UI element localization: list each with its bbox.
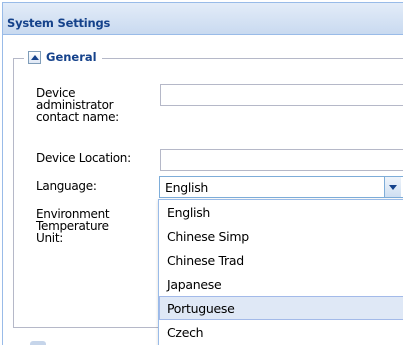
- admin-contact-input[interactable]: [160, 84, 403, 106]
- language-option-portuguese[interactable]: Portuguese: [159, 296, 403, 320]
- system-settings-window: System Settings General Device administr…: [0, 0, 403, 345]
- general-legend: General: [24, 48, 102, 66]
- admin-contact-label: Device administrator contact name:: [36, 86, 119, 124]
- general-legend-label: General: [46, 50, 97, 64]
- language-label: Language:: [36, 179, 97, 193]
- device-location-input[interactable]: [160, 149, 403, 171]
- language-option-chinese-simp[interactable]: Chinese Simp: [159, 224, 403, 248]
- language-option-english[interactable]: English: [159, 200, 403, 224]
- panel-title: System Settings: [7, 16, 111, 30]
- next-section-toggle[interactable]: [30, 341, 46, 345]
- language-dropdown-list: English Chinese Simp Chinese Trad Japane…: [158, 199, 403, 345]
- chevron-down-icon[interactable]: [384, 177, 401, 197]
- language-option-czech[interactable]: Czech: [159, 320, 403, 344]
- collapse-icon[interactable]: [28, 50, 41, 64]
- device-location-label: Device Location:: [36, 151, 131, 165]
- environment-temperature-unit-label: Environment Temperature Unit:: [36, 207, 110, 245]
- language-option-japanese[interactable]: Japanese: [159, 272, 403, 296]
- language-selected-value: English: [165, 180, 209, 195]
- language-select[interactable]: English: [159, 176, 403, 198]
- language-option-chinese-trad[interactable]: Chinese Trad: [159, 248, 403, 272]
- panel-header: System Settings: [3, 3, 403, 35]
